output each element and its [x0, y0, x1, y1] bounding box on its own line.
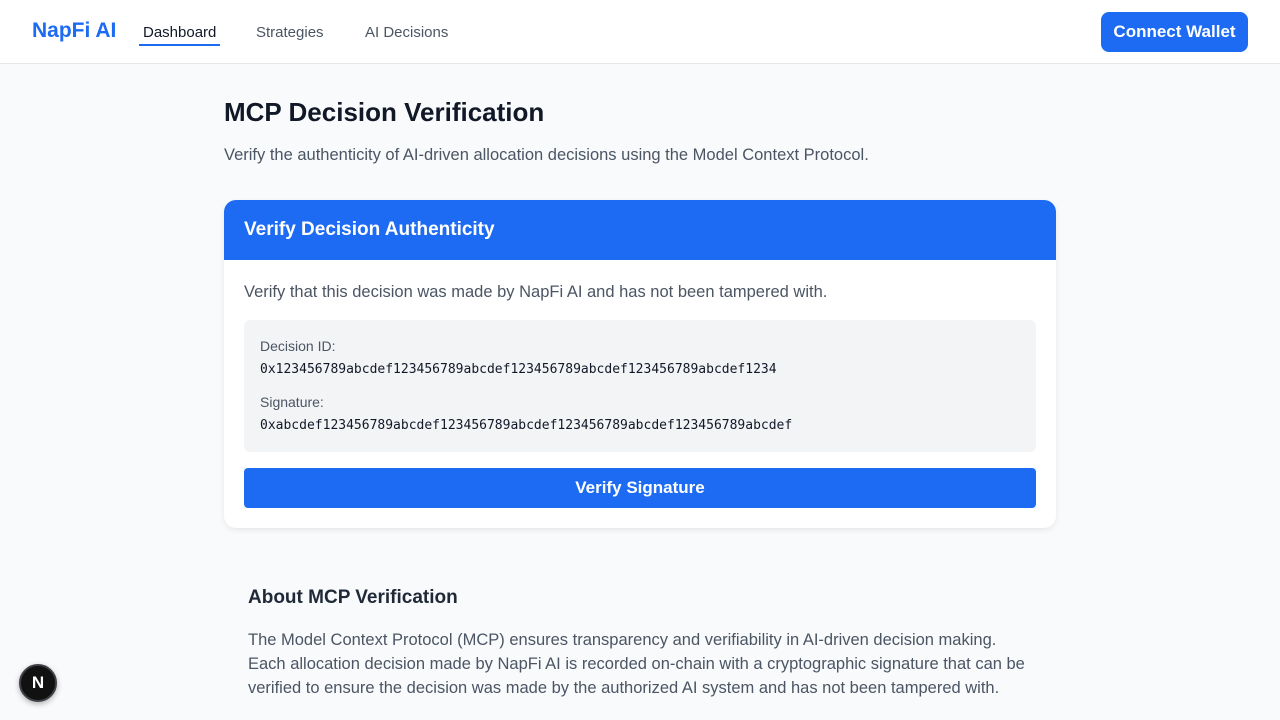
brand-logo[interactable]: NapFi AI: [32, 19, 116, 43]
about-title: About MCP Verification: [248, 587, 458, 608]
nextjs-logo-icon[interactable]: N: [19, 664, 57, 702]
nav-link-strategies[interactable]: Strategies: [256, 24, 324, 41]
page-title: MCP Decision Verification: [224, 97, 545, 127]
card-header: Verify Decision Authenticity: [224, 200, 1056, 260]
verify-signature-button[interactable]: Verify Signature: [244, 468, 1036, 508]
page-subtitle: Verify the authenticity of AI-driven all…: [224, 146, 869, 164]
connect-wallet-button[interactable]: Connect Wallet: [1101, 12, 1248, 52]
card-description: Verify that this decision was made by Na…: [244, 283, 828, 301]
signature-value: 0xabcdef123456789abcdef123456789abcdef12…: [260, 418, 793, 433]
top-navbar: NapFi AI Dashboard Strategies AI Decisio…: [0, 0, 1280, 64]
nextjs-badge-letter: N: [31, 673, 45, 692]
decision-id-value: 0x123456789abcdef123456789abcdef12345678…: [260, 362, 777, 377]
nav-link-ai-decisions[interactable]: AI Decisions: [365, 24, 448, 41]
verify-card: Verify Decision Authenticity Verify that…: [224, 200, 1056, 528]
about-text: The Model Context Protocol (MCP) ensures…: [248, 631, 1025, 697]
signature-label: Signature:: [260, 394, 324, 410]
decision-info-box: Decision ID: 0x123456789abcdef123456789a…: [244, 320, 1036, 452]
decision-id-label: Decision ID:: [260, 338, 336, 354]
card-title: Verify Decision Authenticity: [244, 219, 495, 240]
nav-link-dashboard[interactable]: Dashboard: [139, 24, 221, 46]
